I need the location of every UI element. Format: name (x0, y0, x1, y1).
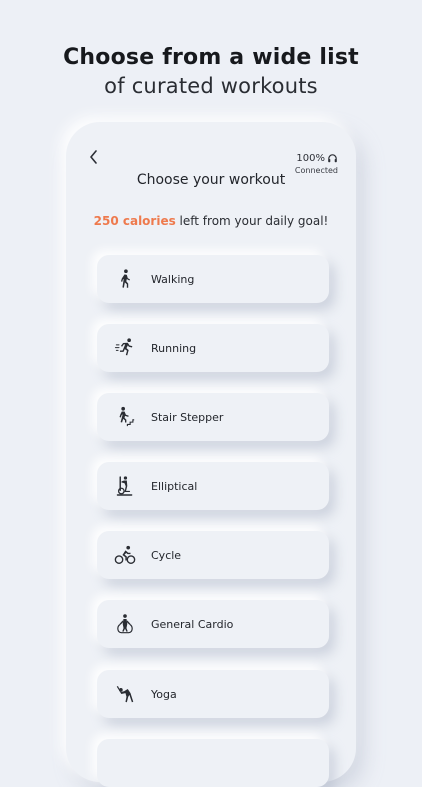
workout-item-stair-stepper[interactable]: Stair Stepper (97, 393, 329, 441)
back-button[interactable] (85, 148, 101, 166)
workout-label: General Cardio (151, 617, 234, 631)
headline-line-1: Choose from a wide list (63, 45, 359, 70)
headline-line-2: of curated workouts (104, 74, 318, 98)
calories-remaining: 250 calories (93, 214, 176, 228)
workout-item-running[interactable]: Running (97, 324, 329, 372)
workout-label: Running (151, 341, 197, 355)
cycle-icon (113, 543, 137, 567)
calorie-goal-text: 250 calories left from your daily goal! (66, 214, 356, 228)
calories-goal-suffix: left from your daily goal! (175, 214, 329, 228)
workout-label: Elliptical (151, 479, 198, 493)
headset-icon (328, 154, 337, 163)
workout-item-partial[interactable] (97, 739, 329, 787)
workout-item-yoga[interactable]: Yoga (97, 670, 329, 718)
workout-label: Walking (151, 272, 195, 286)
workout-item-general-cardio[interactable]: General Cardio (97, 600, 329, 648)
device-status: 100% Connected (282, 146, 338, 175)
workout-label: Cycle (151, 548, 182, 562)
running-icon (113, 336, 137, 360)
stair-stepper-icon (113, 405, 137, 429)
chevron-left-icon (89, 150, 97, 164)
workout-label: Stair Stepper (151, 410, 224, 424)
workout-label: Yoga (151, 687, 177, 701)
yoga-icon (113, 682, 137, 706)
workout-item-cycle[interactable]: Cycle (97, 531, 329, 579)
elliptical-icon (113, 474, 137, 498)
walking-icon (113, 267, 137, 291)
general-cardio-icon (113, 612, 137, 636)
marketing-headline: Choose from a wide list of curated worko… (0, 44, 422, 100)
workout-item-elliptical[interactable]: Elliptical (97, 462, 329, 510)
workout-item-walking[interactable]: Walking (97, 255, 329, 303)
screen-title: Choose your workout (136, 172, 286, 188)
battery-level: 100% (296, 153, 325, 164)
